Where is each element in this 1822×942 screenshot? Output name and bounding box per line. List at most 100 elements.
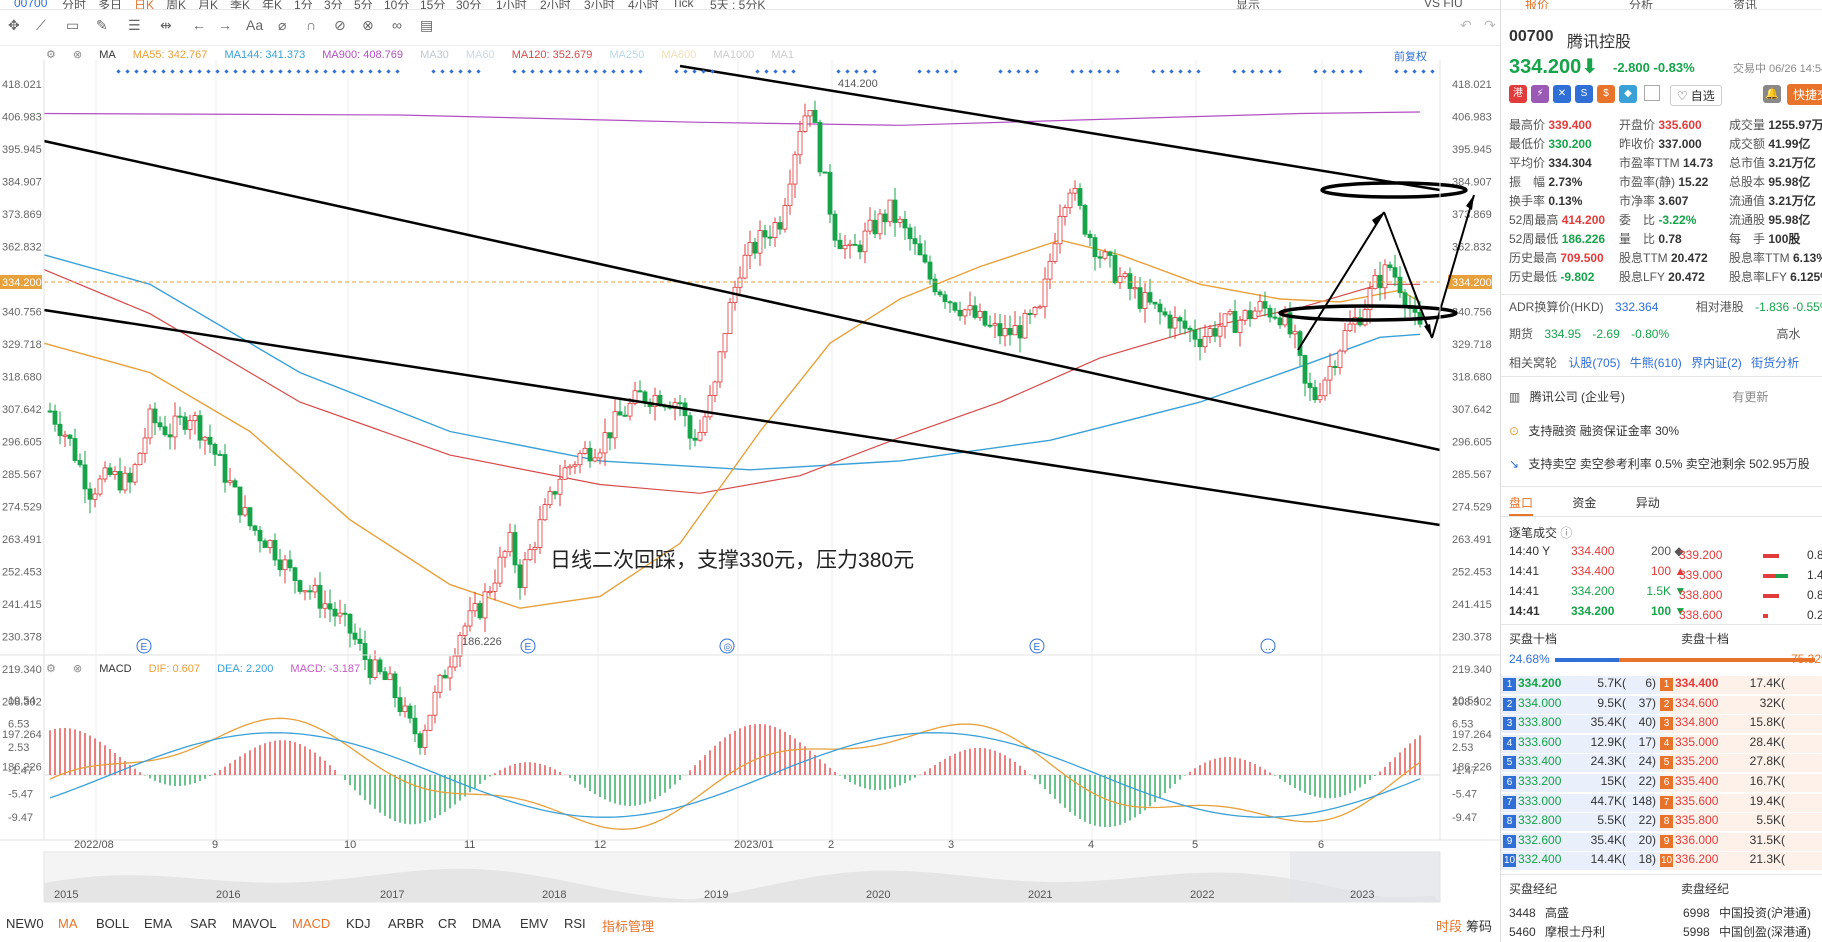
tag-icon[interactable]: ◆ [1619, 85, 1637, 103]
tab-movement[interactable]: 异动 [1636, 496, 1660, 510]
overview-axis-label: 2015 [54, 889, 78, 901]
candle-body [1412, 307, 1418, 313]
candle-body [562, 467, 568, 480]
candle-body [1337, 350, 1343, 368]
quick-trade-button[interactable]: 快捷交易 [1787, 84, 1822, 105]
macd-axis-label-right: 6.53 [1452, 718, 1473, 730]
order-book-row[interactable]: 6 333.200 15K(22) 6 335.400 16.7K( [1501, 774, 1822, 792]
watchlist-button[interactable]: ♡ 自选 [1669, 85, 1722, 106]
broker-row[interactable]: 5460 摩根士丹利 5998 中国创盈(深港通) [1509, 923, 1811, 940]
order-book-row[interactable]: 8 332.800 5.5K(22) 8 335.800 5.5K( [1501, 813, 1822, 832]
tab-capital[interactable]: 资金 [1572, 496, 1596, 510]
candle-body [217, 453, 223, 456]
price-axis-label-left: 274.529 [2, 502, 42, 514]
indicator-tabs: NEW0 MA BOLL EMA SAR MAVOL MACD KDJ ARBR… [0, 912, 1500, 936]
tab-rsi[interactable]: RSI [564, 916, 586, 931]
arrow-head-2 [1424, 324, 1432, 338]
order-book-row[interactable]: 5 333.400 24.3K(24) 5 335.200 27.8K( [1501, 754, 1822, 773]
candle-body [927, 261, 933, 280]
candlestick-chart[interactable]: 418.021 418.021 406.983 406.983 395.945 395.9… [0, 0, 1500, 942]
tab-new0[interactable]: NEW0 [6, 916, 44, 931]
candle-body [1317, 395, 1323, 401]
macd-axis-label-right: -1.47 [1452, 765, 1477, 777]
exchange-icon[interactable]: ✕ [1553, 85, 1571, 103]
candle-body [267, 540, 273, 548]
change-row: -2.800 -0.83% [1613, 60, 1695, 75]
bid-ask-ratio-bar [1555, 658, 1815, 662]
tab-session[interactable]: 时段 [1436, 916, 1462, 935]
tab-indicator-manage[interactable]: 指标管理 [602, 916, 654, 935]
tab-macd[interactable]: MACD [292, 916, 330, 931]
coin-icon: ⊙ [1509, 424, 1520, 438]
hk-icon[interactable]: 港 [1509, 85, 1527, 103]
candle-body [502, 551, 508, 558]
order-book-row[interactable]: 10 332.400 14.4K(18) 10 336.200 21.3K( [1501, 852, 1822, 871]
order-book-row[interactable]: 9 332.600 35.4K(20) 9 336.000 31.5K( [1501, 832, 1822, 851]
candle-body [1052, 243, 1058, 262]
arrow-head-1 [1372, 212, 1384, 226]
tab-ema[interactable]: EMA [144, 916, 172, 931]
warrants-inline[interactable]: 界内证(2) [1691, 356, 1742, 370]
candle-body [1327, 366, 1333, 381]
order-book-row[interactable]: 2 334.000 9.5K(37) 2 334.600 32K( [1501, 695, 1822, 714]
tab-quote[interactable]: 报价 [1525, 0, 1549, 9]
candle-body [197, 415, 203, 441]
candle-body [877, 213, 883, 235]
candle-body [922, 254, 928, 263]
tab-kdj[interactable]: KDJ [346, 916, 371, 931]
tab-arbr[interactable]: ARBR [388, 916, 424, 931]
dollar-icon[interactable]: $ [1597, 85, 1615, 103]
macd-axis-label-right: 10.54 [1452, 695, 1480, 707]
broker-row[interactable]: 3448 高盛 6998 中国投资(沪港通) [1509, 904, 1811, 921]
candle-body [902, 218, 908, 229]
warrants-analysis[interactable]: 街货分析 [1751, 356, 1799, 370]
order-book-row[interactable]: 4 333.600 12.9K(17) 4 335.000 28.4K( [1501, 734, 1822, 753]
candle-body [122, 472, 128, 491]
candle-body [287, 559, 293, 569]
tab-cr[interactable]: CR [438, 916, 457, 931]
tab-analysis[interactable]: 分析 [1629, 0, 1653, 9]
macd-axis-label-right: -9.47 [1452, 812, 1477, 824]
candle-body [417, 733, 423, 748]
tab-dma[interactable]: DMA [472, 916, 501, 931]
company-row[interactable]: ▥ 腾讯公司 (企业号) 有更新 [1509, 388, 1768, 405]
candle-body [232, 480, 238, 488]
candle-body [277, 559, 283, 571]
candle-body [942, 294, 948, 303]
candle-body [167, 434, 173, 438]
distribution-row: 339.2000.87 [1679, 548, 1822, 562]
margin-row: ⊙ 支持融资 融资保证金率 30% [1509, 424, 1680, 438]
lightning-icon[interactable]: ⚡ [1531, 85, 1549, 103]
candle-body [1177, 317, 1183, 322]
warrants-call[interactable]: 认股(705) [1568, 356, 1620, 370]
order-book-row[interactable]: 7 333.000 44.7K(148) 7 335.600 19.4K( [1501, 793, 1822, 812]
price-axis-label-right: 285.567 [1452, 469, 1492, 481]
price-axis-label-left: 230.378 [2, 632, 42, 644]
tab-chips[interactable]: 筹码 [1466, 916, 1492, 935]
stock-name: 腾讯控股 [1567, 34, 1632, 51]
tab-news[interactable]: 资讯 [1733, 0, 1757, 9]
tab-emv[interactable]: EMV [520, 916, 548, 931]
x-axis-label: 5 [1192, 839, 1198, 851]
candle-body [887, 199, 893, 223]
depth-tabs: 盘口 资金 异动 [1509, 494, 1660, 516]
note-icon[interactable] [1644, 85, 1661, 101]
warrants-cbbc[interactable]: 牛熊(610) [1630, 356, 1682, 370]
overview-axis-label: 2016 [216, 889, 240, 901]
candle-body [1347, 323, 1353, 332]
tab-mavol[interactable]: MAVOL [232, 916, 277, 931]
order-book-row[interactable]: 1 334.200 5.7K(6) 1 334.400 17.4K( [1501, 676, 1822, 694]
tab-orderbook[interactable]: 盘口 [1509, 496, 1534, 516]
candle-body [212, 443, 218, 455]
stat-item: 股息LFY 20.472 [1619, 270, 1705, 284]
candle-body [597, 452, 603, 459]
tab-ma[interactable]: MA [58, 916, 78, 931]
s-icon[interactable]: S [1575, 85, 1593, 103]
candle-body [157, 422, 163, 428]
tab-sar[interactable]: SAR [190, 916, 217, 931]
order-book-row[interactable]: 3 333.800 35.4K(40) 3 334.800 15.8K( [1501, 715, 1822, 734]
candle-body [1102, 251, 1108, 259]
price-axis-label-left: 241.415 [2, 599, 42, 611]
tab-boll[interactable]: BOLL [96, 916, 129, 931]
bell-icon[interactable]: 🔔 [1763, 85, 1781, 103]
